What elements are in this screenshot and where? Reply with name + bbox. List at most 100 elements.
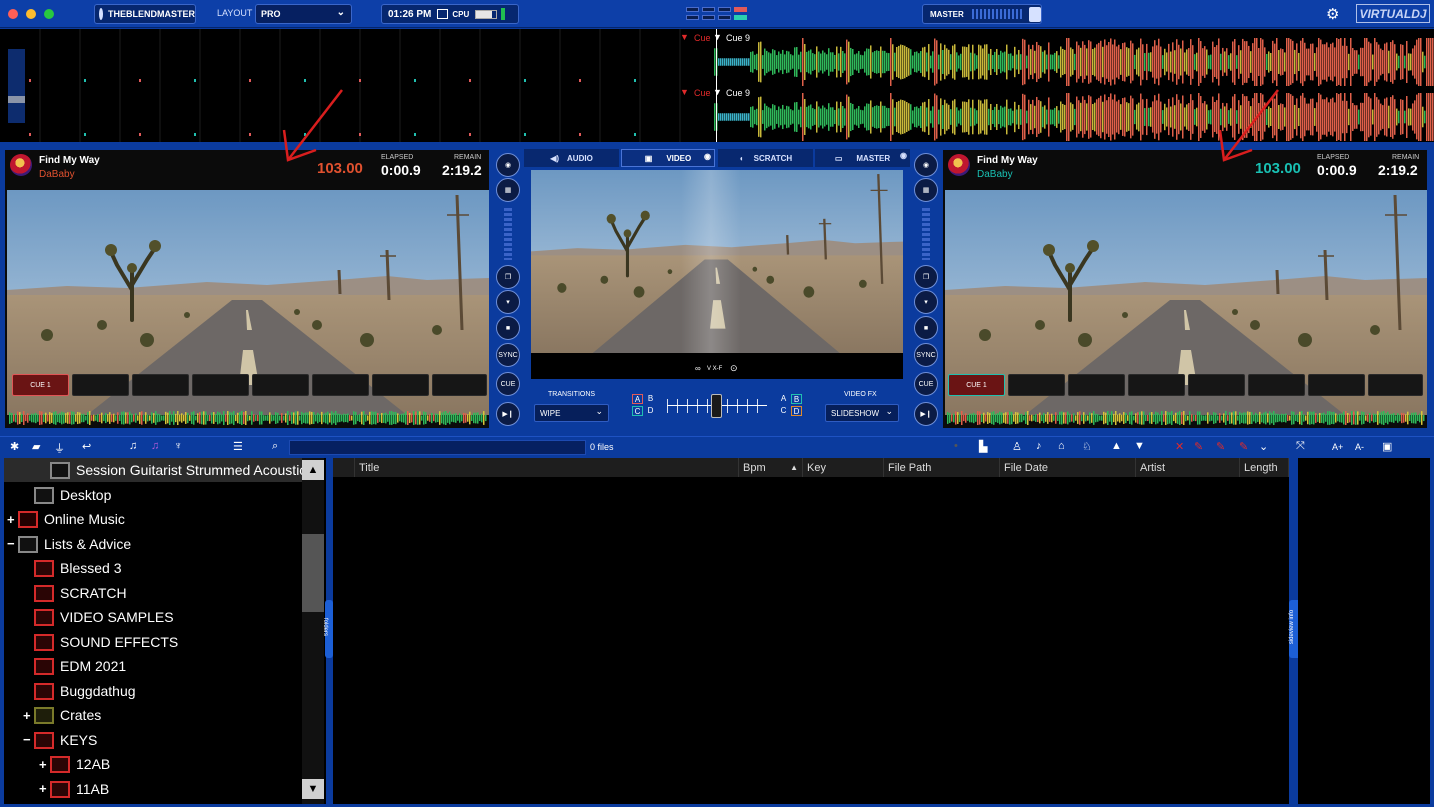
new-folder-icon[interactable]: ▰ (32, 440, 40, 453)
loop-icon[interactable]: ❐ (914, 265, 938, 289)
cue-button[interactable]: CUE (914, 372, 938, 396)
assign-b-button[interactable]: B (791, 394, 802, 404)
column-key[interactable]: Key (803, 458, 884, 477)
layout-select[interactable]: PRO ⌄ (255, 4, 352, 24)
crossfader-handle[interactable] (711, 394, 722, 418)
minimize-window-button[interactable] (26, 9, 36, 19)
close-window-button[interactable] (8, 9, 18, 19)
tree-item[interactable]: Buggdathug (34, 679, 136, 703)
tree-item[interactable]: EDM 2021 (34, 654, 126, 678)
hotcue-pad-1[interactable]: CUE 1 (948, 374, 1005, 396)
assign-a-button[interactable]: A (778, 394, 789, 404)
videofx-select[interactable]: SLIDESHOW ⌄ (825, 404, 899, 422)
eye-icon[interactable]: ◉ (496, 153, 520, 177)
microphone-icon[interactable]: ♆ (174, 440, 182, 452)
hotcue-pad[interactable] (432, 374, 487, 396)
tree-item[interactable]: SCRATCH (34, 581, 127, 605)
music-note-icon[interactable]: ♫ (129, 440, 137, 452)
play-pause-icon[interactable]: ▶❙ (496, 402, 520, 426)
expand-toggle[interactable]: + (7, 512, 15, 527)
hotcue-pad[interactable] (192, 374, 249, 396)
expand-toggle[interactable]: + (39, 757, 47, 772)
tab-audio[interactable]: ◀) AUDIO (524, 149, 619, 167)
hotcue-pad[interactable] (1248, 374, 1305, 396)
expand-icon[interactable]: ⤧ (1296, 440, 1305, 453)
assign-c-button[interactable]: C (632, 406, 643, 416)
tree-item[interactable]: SOUND EFFECTS (34, 630, 178, 654)
sync-button[interactable]: SYNC (496, 343, 520, 367)
column-bpm[interactable]: Bpm ▲ (739, 458, 803, 477)
add-favorite-icon[interactable]: ✱ (10, 440, 19, 453)
font-larger-icon[interactable]: A+ (1332, 442, 1343, 452)
tree-item[interactable]: KEYS (34, 728, 97, 752)
scroll-up-button[interactable]: ▲ (302, 460, 324, 480)
deck-right-elapsed[interactable]: 0:00.9 (1317, 162, 1357, 178)
eye-icon[interactable]: ◉ (914, 153, 938, 177)
cue-button[interactable]: CUE (496, 372, 520, 396)
tree-item[interactable]: Session Guitarist Strummed Acoustic (50, 458, 306, 482)
hotcue-pad[interactable] (1008, 374, 1065, 396)
collapse-toggle[interactable]: − (23, 732, 31, 747)
stop-icon[interactable]: ■ (914, 316, 938, 340)
arrow-up-icon[interactable]: ▲ (1111, 440, 1122, 452)
tree-item[interactable]: Blessed 3 (34, 556, 121, 580)
tab-master[interactable]: ▭ MASTER ◉ (815, 149, 910, 167)
back-icon[interactable]: ↩ (82, 440, 91, 453)
assign-c-button[interactable]: C (778, 406, 789, 416)
column-artist[interactable]: Artist (1136, 458, 1240, 477)
search-input[interactable] (289, 440, 586, 455)
link-icon[interactable]: ∞ (695, 364, 701, 373)
column-title[interactable]: Title (355, 458, 739, 477)
chevron-down-icon[interactable]: ⌄ (1259, 440, 1268, 453)
loop-icon[interactable]: ❐ (496, 265, 520, 289)
hotcue-pad[interactable] (132, 374, 189, 396)
automix-icon[interactable]: ⌂ (1058, 440, 1065, 452)
grid-icon[interactable]: ▦ (914, 178, 938, 202)
search-icon[interactable]: ⌕ (272, 440, 278, 453)
file-list[interactable]: Title Bpm ▲ Key File Path File Date Artis… (333, 458, 1289, 804)
target-icon[interactable]: ⊙ (730, 363, 738, 374)
tree-item[interactable]: Crates (34, 703, 101, 727)
deck-right-mini-waveform[interactable] (947, 410, 1425, 426)
deck-left-elapsed[interactable]: 0:00.9 (381, 162, 421, 178)
chart-icon[interactable]: ▙ (979, 440, 987, 453)
clear-all-icon[interactable]: ✎ (1239, 440, 1248, 453)
sidelist-icon[interactable]: ♘ (1082, 440, 1092, 453)
play-pause-icon[interactable]: ▶❙ (914, 402, 938, 426)
hotcue-pad[interactable] (1128, 374, 1185, 396)
assign-d-button[interactable]: D (791, 406, 802, 416)
hotcue-pad-1[interactable]: CUE 1 (12, 374, 69, 396)
column-file-date[interactable]: File Date (1000, 458, 1136, 477)
deck-right-remain[interactable]: 2:19.2 (1378, 162, 1418, 178)
video-note-icon[interactable]: ♫ (151, 440, 159, 452)
hotcue-pad[interactable] (1068, 374, 1125, 396)
transition-select[interactable]: WIPE ⌄ (534, 404, 609, 422)
column-length[interactable]: Length (1240, 458, 1289, 477)
hotcue-pad[interactable] (1308, 374, 1365, 396)
hotcue-pad[interactable] (72, 374, 129, 396)
folders-tab[interactable]: folders (322, 600, 333, 658)
sample-icon[interactable]: ▾ (914, 290, 938, 314)
master-volume-panel[interactable]: MASTER (922, 4, 1042, 24)
hotcue-pad[interactable] (372, 374, 429, 396)
deck-left-remain[interactable]: 2:19.2 (442, 162, 482, 178)
filter-icon[interactable]: ⏚ (54, 440, 65, 456)
hotcue-pad[interactable] (1188, 374, 1245, 396)
collapse-toggle[interactable]: − (7, 536, 15, 551)
clear-icon[interactable]: ✎ (1194, 440, 1203, 453)
scroll-down-button[interactable]: ▼ (302, 779, 324, 799)
tree-scrollbar[interactable]: ▲ ▼ (302, 458, 324, 804)
stop-icon[interactable]: ■ (496, 316, 520, 340)
arrow-down-icon[interactable]: ▼ (1134, 440, 1145, 452)
sample-icon[interactable]: ▾ (496, 290, 520, 314)
tree-item[interactable]: Desktop (34, 483, 111, 507)
tree-item[interactable]: Lists & Advice (18, 532, 131, 556)
hotcue-pad[interactable] (312, 374, 369, 396)
tree-item[interactable]: 11AB (50, 777, 109, 801)
tree-item[interactable]: VIDEO SAMPLES (34, 605, 174, 629)
expand-toggle[interactable]: + (39, 781, 47, 796)
tree-item[interactable]: Online Music (18, 507, 125, 531)
expand-toggle[interactable]: + (23, 708, 31, 723)
clear-played-icon[interactable]: ✎ (1216, 440, 1225, 453)
maximize-window-button[interactable] (44, 9, 54, 19)
